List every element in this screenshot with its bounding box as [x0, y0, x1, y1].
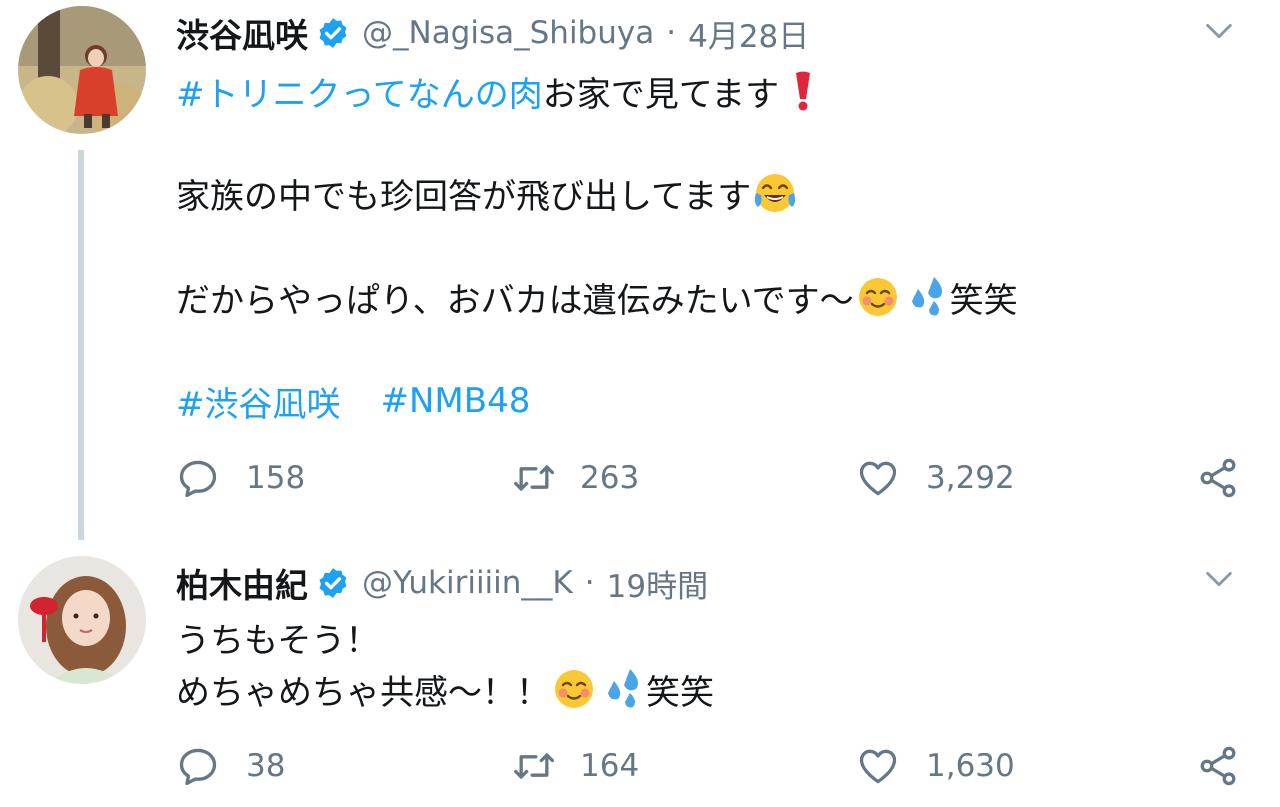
avatar[interactable]	[18, 556, 146, 684]
tweet-actions: 158 263 3,292	[176, 448, 1250, 508]
separator-dot: ·	[666, 15, 677, 51]
tweet-1[interactable]: 渋谷凪咲 @_Nagisa_Shibuya · 4月28日 #トリニクってなんの…	[0, 0, 1280, 540]
tweet-text-line: うちもそう！	[176, 620, 380, 661]
display-name[interactable]: 柏木由紀	[176, 559, 308, 607]
reply-count: 158	[246, 460, 306, 496]
user-handle[interactable]: @_Nagisa_Shibuya	[362, 15, 654, 51]
verified-badge-icon	[316, 16, 350, 50]
tweet-actions: 38 164 1,630	[176, 736, 1250, 796]
retweet-icon	[512, 744, 556, 788]
tears-of-joy-emoji	[753, 171, 797, 215]
reply-count: 38	[246, 748, 286, 784]
red-exclamation-emoji	[781, 69, 825, 113]
retweet-icon	[512, 456, 556, 500]
tweet-text-suffix: 笑笑	[646, 672, 714, 713]
tweet-text-line: めちゃめちゃ共感〜！！	[176, 672, 550, 713]
like-count: 1,630	[926, 748, 1015, 784]
tweet-text-line: お家で見てます	[542, 74, 780, 115]
share-icon	[1196, 456, 1240, 500]
retweet-button[interactable]: 263	[512, 448, 639, 508]
like-button[interactable]: 1,630	[856, 736, 1015, 796]
sweat-droplets-emoji	[904, 275, 948, 319]
reply-button[interactable]: 38	[176, 736, 285, 796]
tweet-header: 柏木由紀 @Yukiriiiin__K · 19時間	[176, 558, 708, 608]
tweet-text-line: 家族の中でも珍回答が飛び出してます	[176, 176, 752, 217]
smiling-blush-emoji	[856, 275, 900, 319]
sweat-droplets-emoji	[600, 667, 644, 711]
hashtag-link[interactable]: #トリニクってなんの肉	[176, 67, 543, 116]
tweet-text-suffix: 笑笑	[949, 280, 1018, 321]
reply-button[interactable]: 158	[176, 448, 305, 508]
heart-icon	[856, 744, 900, 788]
hashtag-link[interactable]: #渋谷凪咲	[176, 377, 341, 426]
tweet-text-line: だからやっぱり、おバカは遺伝みたいです〜	[176, 280, 854, 321]
reply-icon	[176, 744, 220, 788]
verified-badge-icon	[316, 566, 350, 600]
heart-icon	[856, 456, 900, 500]
retweet-count: 164	[580, 748, 640, 784]
smiling-blush-emoji	[552, 667, 596, 711]
share-button[interactable]	[1196, 448, 1240, 508]
avatar[interactable]	[18, 6, 146, 134]
separator-dot: ·	[584, 565, 595, 601]
chevron-down-icon[interactable]	[1202, 562, 1236, 596]
like-count: 3,292	[926, 460, 1015, 496]
tweet-2[interactable]: 柏木由紀 @Yukiriiiin__K · 19時間 うちもそう！ めちゃめちゃ…	[0, 540, 1280, 807]
thread-connector-line	[78, 150, 84, 540]
retweet-count: 263	[580, 460, 640, 496]
tweet-header: 渋谷凪咲 @_Nagisa_Shibuya · 4月28日	[176, 8, 809, 58]
retweet-button[interactable]: 164	[512, 736, 639, 796]
reply-icon	[176, 456, 220, 500]
hashtag-link[interactable]: #NMB48	[381, 381, 531, 421]
display-name[interactable]: 渋谷凪咲	[176, 9, 308, 57]
chevron-down-icon[interactable]	[1202, 14, 1236, 48]
like-button[interactable]: 3,292	[856, 448, 1015, 508]
share-button[interactable]	[1196, 736, 1240, 796]
timestamp[interactable]: 19時間	[607, 561, 708, 606]
share-icon	[1196, 744, 1240, 788]
user-handle[interactable]: @Yukiriiiin__K	[362, 565, 573, 601]
timestamp[interactable]: 4月28日	[688, 11, 809, 56]
